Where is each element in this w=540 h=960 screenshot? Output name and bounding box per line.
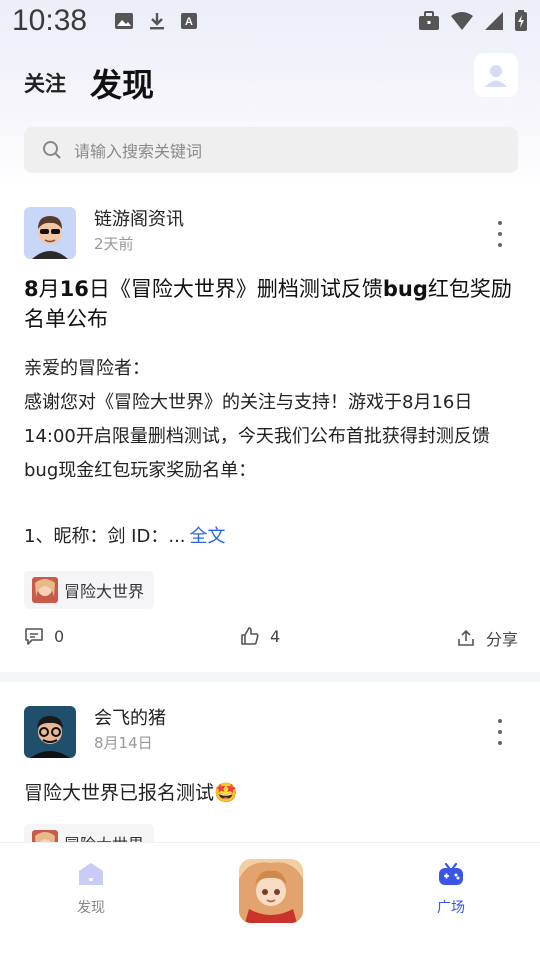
nav-plaza-label: 广场 bbox=[437, 900, 465, 916]
post-card[interactable]: 会飞的猪 8月14日 冒险大世界已报名测试🤩 冒险大世界 bbox=[0, 682, 540, 842]
download-icon bbox=[150, 13, 164, 30]
post-excerpt-end: 1、昵称：剑 ID：... 全文 bbox=[24, 520, 226, 554]
like-button[interactable]: 4 bbox=[240, 626, 280, 646]
dot-icon bbox=[498, 730, 502, 734]
nav-discover[interactable]: 发现 bbox=[51, 861, 131, 917]
dot-icon bbox=[498, 741, 502, 745]
avatar-cartoon-glasses bbox=[24, 706, 76, 758]
nav-discover-label: 发现 bbox=[77, 900, 105, 916]
profile-button[interactable] bbox=[474, 53, 518, 97]
battery-icon bbox=[515, 10, 527, 31]
thumbs-up-icon bbox=[241, 627, 259, 645]
home-icon bbox=[79, 863, 103, 885]
game-tag-label: 冒险大世界 bbox=[64, 582, 145, 601]
post-time: 2天前 bbox=[94, 235, 134, 253]
search-icon bbox=[43, 141, 61, 159]
user-icon bbox=[485, 65, 507, 87]
post-card[interactable]: 链游阁资讯 2天前 8月16日《冒险大世界》删档测试反馈bug红包奖励名单公布 … bbox=[0, 190, 540, 672]
game-tag-label: 冒险大世界 bbox=[64, 831, 144, 842]
share-icon bbox=[458, 629, 474, 646]
author-name[interactable]: 链游阁资讯 bbox=[94, 207, 184, 233]
game-tag[interactable]: 冒险大世界 bbox=[24, 571, 155, 609]
post-title[interactable]: 8月16日《冒险大世界》删档测试反馈bug红包奖励名单公布 bbox=[24, 274, 524, 334]
game-art-icon bbox=[32, 577, 58, 603]
game-character-icon bbox=[239, 859, 303, 923]
status-bar: 10:38 A bbox=[0, 0, 540, 42]
post-actions: 0 4 分享 bbox=[24, 626, 518, 650]
post-excerpt-text: 1、昵称：剑 ID：... bbox=[24, 526, 186, 547]
post-body[interactable]: 冒险大世界已报名测试🤩 bbox=[24, 778, 238, 805]
share-button[interactable]: 分享 bbox=[456, 626, 518, 650]
game-thumbnail bbox=[32, 577, 58, 603]
status-time: 10:38 bbox=[12, 4, 88, 37]
game-thumbnail bbox=[32, 830, 58, 842]
signal-icon bbox=[485, 12, 503, 30]
search-placeholder: 请输入搜索关键词 bbox=[74, 142, 203, 161]
image-icon bbox=[115, 13, 133, 29]
more-options-button[interactable] bbox=[490, 221, 510, 247]
post-author-row: 会飞的猪 8月14日 bbox=[24, 706, 166, 758]
font-icon: A bbox=[181, 13, 197, 29]
search-bar[interactable]: 请输入搜索关键词 bbox=[24, 127, 518, 173]
dot-icon bbox=[498, 243, 502, 247]
dot-icon bbox=[498, 719, 502, 723]
tab-follow[interactable]: 关注 bbox=[24, 68, 66, 98]
post-body[interactable]: 亲爱的冒险者： 感谢您对《冒险大世界》的关注与支持！游戏于8月16日14:00开… bbox=[24, 352, 518, 488]
share-label: 分享 bbox=[486, 630, 519, 649]
avatar-cartoon-sunglasses bbox=[24, 207, 76, 259]
wifi-icon bbox=[451, 12, 473, 30]
like-count: 4 bbox=[270, 626, 281, 646]
nav-plaza[interactable]: 广场 bbox=[411, 861, 491, 917]
top-tabs: 关注 发现 bbox=[0, 48, 540, 118]
post-author-row: 链游阁资讯 2天前 bbox=[24, 207, 184, 259]
author-avatar[interactable] bbox=[24, 207, 76, 259]
game-art-icon bbox=[32, 830, 58, 842]
author-name[interactable]: 会飞的猪 bbox=[94, 706, 166, 732]
briefcase-icon bbox=[419, 11, 439, 30]
game-tag[interactable]: 冒险大世界 bbox=[24, 824, 155, 842]
dot-icon bbox=[498, 232, 502, 236]
post-time: 8月14日 bbox=[94, 734, 153, 752]
fulltext-link[interactable]: 全文 bbox=[190, 526, 226, 547]
comment-button[interactable]: 0 bbox=[24, 626, 64, 646]
tab-discover[interactable]: 发现 bbox=[90, 60, 154, 106]
featured-game-button[interactable] bbox=[239, 859, 303, 923]
bottom-nav: 发现 广场 bbox=[0, 842, 540, 960]
dot-icon bbox=[498, 221, 502, 225]
gamepad-icon bbox=[439, 862, 463, 885]
author-avatar[interactable] bbox=[24, 706, 76, 758]
comment-icon bbox=[25, 628, 43, 645]
svg-text:A: A bbox=[185, 16, 193, 28]
more-options-button[interactable] bbox=[490, 719, 510, 745]
comment-count: 0 bbox=[54, 626, 65, 646]
